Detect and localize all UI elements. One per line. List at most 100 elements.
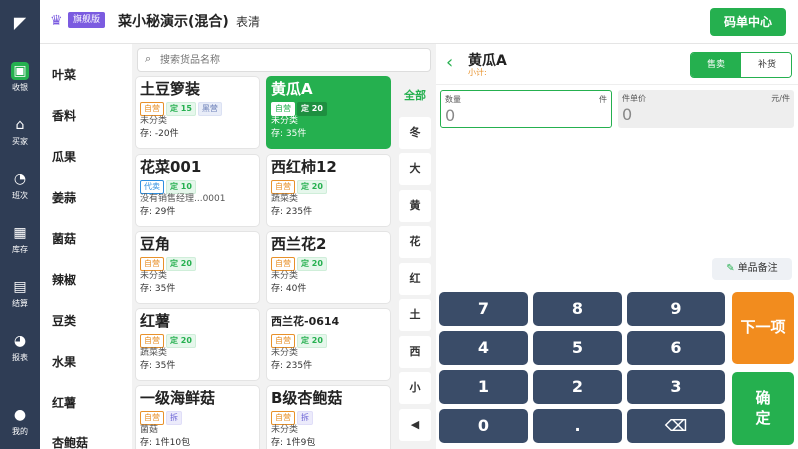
category-item[interactable]: 姜蒜 xyxy=(52,189,76,206)
product-card[interactable]: 花菜001 代卖定 10 没有销售经理...0001 存: 29件 xyxy=(135,154,260,227)
product-category: 未分类 xyxy=(140,271,168,281)
nav-item-settlement[interactable]: ▤ 结算 xyxy=(0,272,40,318)
pie-icon: ◔ xyxy=(13,171,27,187)
key-1[interactable]: 1 xyxy=(439,370,528,404)
product-tag: 拆 xyxy=(166,411,182,425)
confirm-button[interactable]: 确 定 xyxy=(732,372,794,445)
key-0[interactable]: 0 xyxy=(439,409,528,443)
nav-item-buyer[interactable]: ⌂ 买家 xyxy=(0,110,40,156)
index-item[interactable]: 西 xyxy=(399,335,431,368)
nav-item-mine[interactable]: ● 我的 xyxy=(0,400,40,446)
item-note-button[interactable]: ✎ 单品备注 xyxy=(712,258,792,280)
product-card[interactable]: 土豆箩装 自营定 15 黑营 未分类 存: -20件 xyxy=(135,76,260,149)
category-item[interactable]: 菌菇 xyxy=(52,230,76,247)
product-tag: 自营 xyxy=(271,180,295,194)
category-item[interactable]: 瓜果 xyxy=(52,148,76,165)
category-item[interactable]: 香料 xyxy=(52,107,76,124)
index-item[interactable]: 黄 xyxy=(399,189,431,222)
basket-icon: ⌂ xyxy=(15,117,25,133)
product-card[interactable]: B级杏鲍菇 自营拆未分类 存: 1件9包 xyxy=(266,385,391,449)
app-logo: ◤ xyxy=(0,0,40,44)
product-stock: 存: 35件 xyxy=(140,284,176,294)
nav-item-cashier[interactable]: ▣ 收银 xyxy=(0,56,40,102)
product-name: 红薯 xyxy=(140,312,171,330)
product-tags: 自营定 20 xyxy=(271,100,386,116)
index-item[interactable]: 小 xyxy=(399,372,431,404)
backspace-icon[interactable]: ⌫ xyxy=(627,409,725,443)
order-center-button[interactable]: 码单中心 xyxy=(710,8,786,36)
toggle-restock[interactable]: 补货 xyxy=(742,53,791,77)
key-3[interactable]: 3 xyxy=(627,370,725,404)
category-item[interactable]: 辣椒 xyxy=(52,271,76,288)
key-6[interactable]: 6 xyxy=(627,331,725,365)
product-tag: 定 20 xyxy=(166,257,196,271)
quantity-unit: 件 xyxy=(599,95,607,104)
product-category: 没有销售经理...0001 xyxy=(140,194,226,204)
product-card[interactable]: 西兰花-0614 自营定 20 未分类 存: 235件 xyxy=(266,308,391,381)
product-tag: 定 15 xyxy=(166,102,196,116)
crown-icon: ♛ xyxy=(50,13,63,29)
unit-price-field[interactable]: 件单价 元/件 0 xyxy=(618,90,794,128)
category-item[interactable]: 叶菜 xyxy=(52,66,76,83)
product-name: 豆角 xyxy=(140,235,171,253)
nav-label: 班次 xyxy=(12,191,28,200)
product-tags: 自营拆 xyxy=(140,409,255,425)
nav-label: 收银 xyxy=(12,83,28,92)
key-5[interactable]: 5 xyxy=(533,331,622,365)
index-item[interactable]: 土 xyxy=(399,299,431,331)
product-name: 土豆箩装 xyxy=(140,80,201,98)
product-stock: 存: -20件 xyxy=(140,129,179,139)
nav-item-inventory[interactable]: ▦ 库存 xyxy=(0,218,40,264)
product-card[interactable]: 一级海鲜菇 自营拆菌菇 存: 1件10包 xyxy=(135,385,260,449)
product-category: 未分类 xyxy=(271,116,299,126)
product-card[interactable]: 西红柿12 自营定 20 蔬菜类 存: 235件 xyxy=(266,154,391,227)
product-stock: 存: 35件 xyxy=(140,361,176,371)
index-item[interactable]: 花 xyxy=(399,226,431,258)
back-icon[interactable]: ‹ xyxy=(446,52,453,73)
key-2[interactable]: 2 xyxy=(533,370,622,404)
product-tag: 自营 xyxy=(271,411,295,425)
user-name: 表清 xyxy=(236,15,261,29)
product-card[interactable]: 西兰花2 自营定 20 未分类 存: 40件 xyxy=(266,231,391,304)
category-item[interactable]: 豆类 xyxy=(52,312,76,329)
index-item[interactable]: 大 xyxy=(399,153,431,185)
search-input[interactable] xyxy=(160,52,420,68)
product-stock: 存: 29件 xyxy=(140,207,176,217)
key-8[interactable]: 8 xyxy=(533,292,622,326)
nav-item-shift[interactable]: ◔ 班次 xyxy=(0,164,40,210)
product-category: 未分类 xyxy=(271,271,299,281)
key-4[interactable]: 4 xyxy=(439,331,528,365)
key-dot[interactable]: . xyxy=(533,409,622,443)
collapse-icon[interactable]: ◀ xyxy=(399,408,431,441)
product-tag: 自营 xyxy=(140,334,164,348)
index-item[interactable]: 红 xyxy=(399,262,431,295)
product-card[interactable]: 豆角 自营定 20 未分类 存: 35件 xyxy=(135,231,260,304)
nav-label: 库存 xyxy=(12,245,28,254)
key-9[interactable]: 9 xyxy=(627,292,725,326)
nav-item-report[interactable]: ◕ 报表 xyxy=(0,326,40,372)
index-item[interactable]: 全部 xyxy=(399,80,431,112)
product-tag: 自营 xyxy=(140,411,164,425)
product-stock: 存: 40件 xyxy=(271,284,307,294)
product-stock: 存: 1件9包 xyxy=(271,438,316,448)
store-name[interactable]: 菜小秘演示(混合) xyxy=(118,11,229,31)
product-name: B级杏鲍菇 xyxy=(271,389,343,407)
category-item[interactable]: 水果 xyxy=(52,353,76,370)
product-category: 未分类 xyxy=(271,348,299,358)
toggle-sell[interactable]: 售卖 xyxy=(691,53,741,77)
warehouse-icon: ▦ xyxy=(13,225,27,241)
product-tag: 自营 xyxy=(140,102,164,116)
divider xyxy=(436,84,798,85)
category-item[interactable]: 杏鲍菇 xyxy=(52,434,88,449)
category-item[interactable]: 红薯 xyxy=(52,394,76,411)
product-name: 西兰花2 xyxy=(271,235,327,253)
product-tag: 定 10 xyxy=(166,180,196,194)
quantity-field[interactable]: 数量 件 0 xyxy=(440,90,612,128)
index-item[interactable]: 冬 xyxy=(399,116,431,149)
product-card[interactable]: 红薯 自营定 20 蔬菜类 存: 35件 xyxy=(135,308,260,381)
detail-panel: ‹ 黄瓜A 小计: 售卖 补货 数量 件 0 件单价 元/件 0 ✎ 单品备注 7… xyxy=(436,44,798,449)
key-7[interactable]: 7 xyxy=(439,292,528,326)
search-box[interactable]: ⌕ xyxy=(137,48,431,72)
product-card[interactable]: 黄瓜A 自营定 20 未分类 存: 35件 xyxy=(266,76,391,149)
next-item-button[interactable]: 下一项 xyxy=(732,292,794,364)
